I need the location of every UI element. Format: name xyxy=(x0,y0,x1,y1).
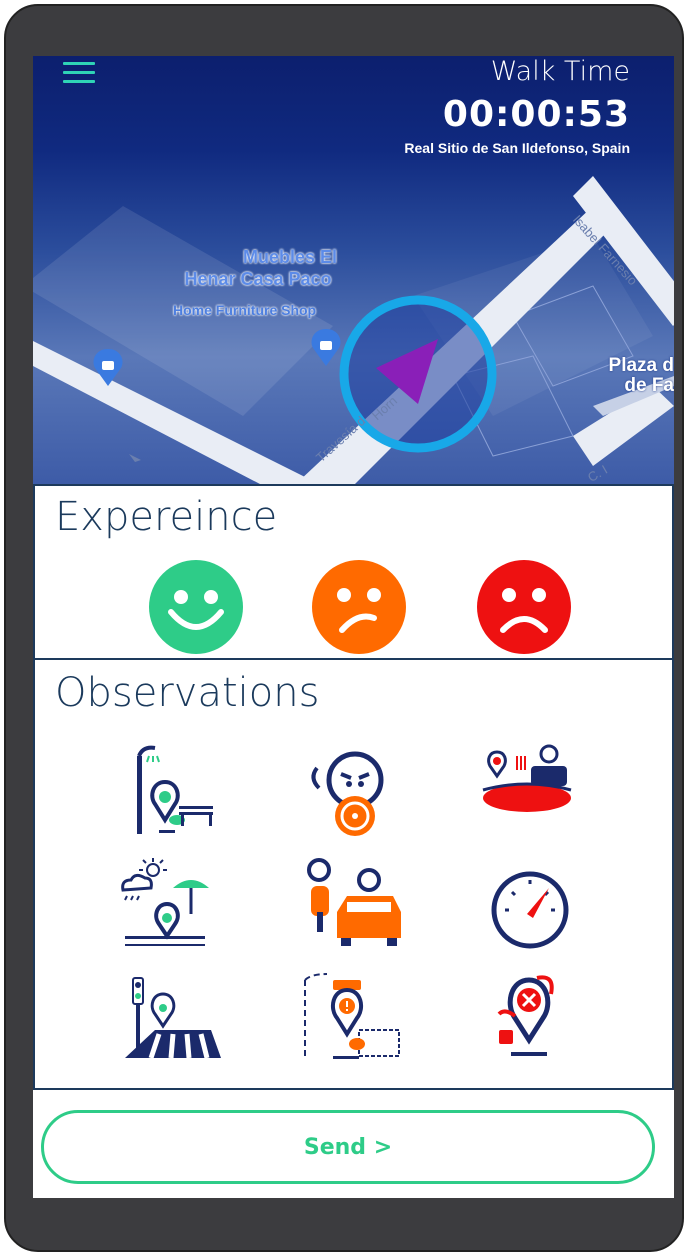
experience-section: Expereince xyxy=(33,484,674,660)
hamburger-menu-icon[interactable] xyxy=(63,62,95,88)
motorcycle-car-icon[interactable] xyxy=(297,856,407,952)
experience-title: Expereince xyxy=(55,494,278,540)
location-label: Real Sitio de San Ildefonso, Spain xyxy=(404,140,630,156)
happy-face-icon xyxy=(149,560,243,654)
weather-shelter-icon[interactable] xyxy=(115,856,225,952)
place-label-line1: Plaza d xyxy=(608,355,674,376)
sad-face-icon xyxy=(477,560,571,654)
crosswalk-signal-icon[interactable] xyxy=(115,970,225,1066)
neutral-face-icon xyxy=(312,560,406,654)
send-button[interactable]: Send > xyxy=(41,1110,655,1184)
map-view[interactable]: Walk Time 00:00:53 Real Sitio de San Ild… xyxy=(33,56,674,486)
neutral-face-button[interactable] xyxy=(312,560,406,654)
construction-warning-icon[interactable] xyxy=(297,970,407,1066)
walk-time-value: 00:00:53 xyxy=(442,94,630,135)
poi-type: Home Furniture Shop xyxy=(173,302,317,318)
poi-name[interactable]: Muebles El Henar Casa Paco xyxy=(173,246,343,290)
aggressive-driver-icon[interactable] xyxy=(297,742,407,838)
phone-frame: Walk Time 00:00:53 Real Sitio de San Ild… xyxy=(4,4,684,1252)
observations-section: Observations xyxy=(33,658,674,1090)
assault-danger-icon[interactable] xyxy=(475,970,585,1066)
observations-title: Observations xyxy=(55,670,320,716)
place-label: Plaza d de Fa xyxy=(605,356,674,396)
sad-face-button[interactable] xyxy=(477,560,571,654)
shop-pin-icon xyxy=(311,329,341,366)
poi-name-line2: Henar Casa Paco xyxy=(184,269,332,289)
app-screen: Walk Time 00:00:53 Real Sitio de San Ild… xyxy=(33,56,674,1198)
walk-time-label: Walk Time xyxy=(490,56,630,87)
send-area: Send > xyxy=(33,1088,674,1198)
place-label-line2: de Fa xyxy=(624,375,674,396)
poi-name-line1: Muebles El xyxy=(242,247,337,267)
speed-gauge-icon[interactable] xyxy=(475,856,585,952)
happy-face-button[interactable] xyxy=(149,560,243,654)
road-arrow-icon xyxy=(129,454,141,462)
vehicle-obstacle-icon[interactable] xyxy=(475,742,585,838)
streetlight-bench-icon[interactable] xyxy=(115,742,225,838)
